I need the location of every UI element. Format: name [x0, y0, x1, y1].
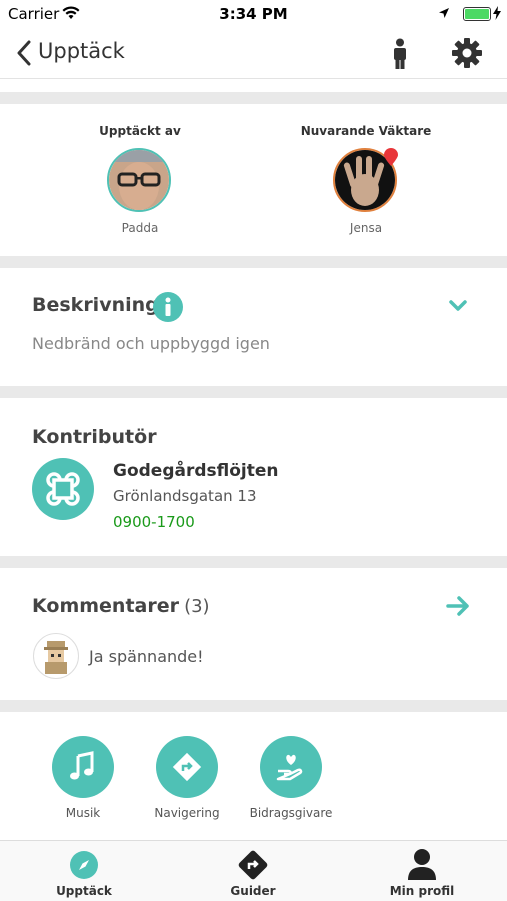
guardian-name: Jensa	[349, 221, 383, 235]
comments-header: Kommentarer (3)	[32, 595, 210, 617]
commenter-avatar[interactable]	[33, 633, 79, 679]
navigation-icon	[172, 752, 202, 782]
arrow-right-icon[interactable]	[446, 595, 470, 617]
discovered-by-caption: Upptäckt av	[99, 124, 181, 138]
tab-min-profil[interactable]: Min profil	[352, 841, 492, 901]
explorer-avatar-icon	[44, 641, 68, 674]
donor-label: Bidragsgivare	[249, 806, 333, 820]
discoverer-avatar[interactable]	[107, 148, 171, 212]
info-icon[interactable]	[152, 291, 184, 323]
directions-icon	[238, 850, 268, 880]
comments-title: Kommentarer	[32, 595, 179, 617]
navigation-bar: Upptäck	[0, 28, 507, 79]
tab-upptack[interactable]: Upptäck	[14, 841, 154, 901]
gear-icon[interactable]	[451, 37, 483, 69]
section-divider	[0, 700, 507, 712]
contributor-section: Kontributör Godegårdsflöjten Grönlandsga…	[0, 398, 507, 556]
tab-bar: Upptäck Guider Min profil	[0, 840, 507, 901]
guardian-caption: Nuvarande Väktare	[300, 124, 432, 138]
section-divider	[0, 386, 507, 398]
charging-bolt-icon	[493, 6, 501, 20]
music-note-icon	[70, 751, 94, 780]
map-pin-badge-icon	[384, 148, 398, 166]
back-button[interactable]: Upptäck	[10, 36, 140, 70]
profile-icon	[408, 849, 436, 880]
comments-count: (3)	[184, 596, 210, 617]
tab-guider-label: Guider	[230, 884, 276, 898]
tab-upptack-label: Upptäck	[56, 884, 112, 898]
contributor-title: Kontributör	[32, 426, 157, 448]
compass-icon	[70, 851, 98, 879]
section-divider	[0, 256, 507, 268]
command-icon	[46, 472, 80, 506]
music-button[interactable]	[52, 736, 114, 798]
chevron-down-icon[interactable]	[448, 299, 468, 313]
discoverer-name: Padda	[121, 221, 159, 235]
donor-button[interactable]	[260, 736, 322, 798]
clock-time: 3:34 PM	[219, 5, 288, 23]
chevron-left-icon	[17, 40, 31, 66]
discovery-section: Upptäckt av Padda Nuvarande Väktare Jens…	[0, 104, 507, 256]
navigation-label: Navigering	[154, 806, 220, 820]
tab-guider[interactable]: Guider	[183, 841, 323, 901]
navigation-button[interactable]	[156, 736, 218, 798]
section-divider	[0, 556, 507, 568]
tab-min-profil-label: Min profil	[389, 884, 455, 898]
comments-section[interactable]: Kommentarer (3) Ja spännande!	[0, 568, 507, 700]
contributor-logo[interactable]	[32, 458, 94, 520]
location-arrow-icon	[439, 8, 449, 18]
battery-icon	[463, 7, 491, 21]
status-bar: Carrier 3:34 PM	[0, 0, 507, 28]
contributor-hours: 0900-1700	[113, 513, 195, 531]
person-icon[interactable]	[390, 38, 410, 70]
description-section: Beskrivning Nedbränd och uppbyggd igen	[0, 268, 507, 386]
actions-section: Musik Navigering Bidragsgivare	[0, 712, 507, 840]
contributor-name[interactable]: Godegårdsflöjten	[113, 461, 279, 481]
discoverer-photo	[109, 150, 169, 210]
contributor-address: Grönlandsgatan 13	[113, 487, 257, 505]
comment-text: Ja spännande!	[89, 647, 204, 666]
donor-hand-icon	[276, 754, 303, 781]
music-label: Musik	[65, 806, 101, 820]
section-divider	[0, 92, 507, 104]
description-text: Nedbränd och uppbyggd igen	[32, 334, 270, 353]
back-label: Upptäck	[38, 39, 125, 63]
description-title: Beskrivning	[32, 294, 159, 316]
